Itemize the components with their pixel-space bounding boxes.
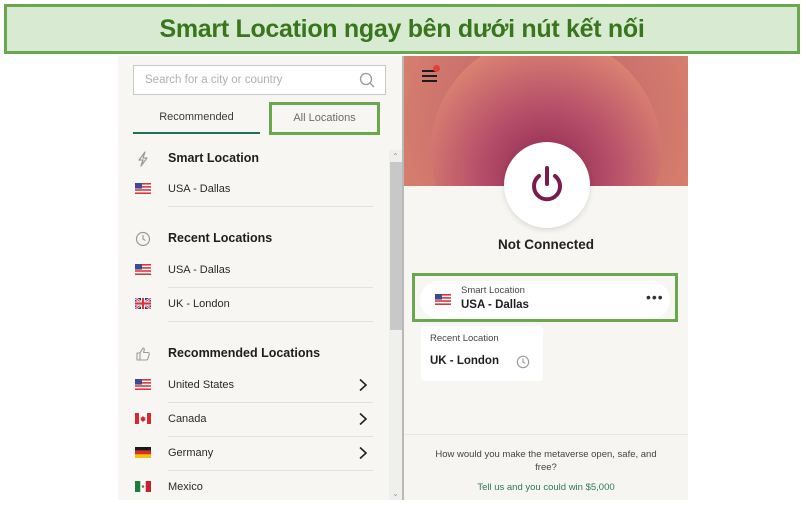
list-item-recent-uk-london[interactable]: UK - London — [118, 288, 388, 322]
row-divider — [168, 206, 373, 207]
clock-icon — [516, 355, 530, 369]
promo-link[interactable]: Tell us and you could win $5,000 — [404, 482, 688, 493]
germany-flag-icon — [135, 447, 151, 458]
section-smart-location: Smart Location — [118, 144, 388, 174]
caption-banner: Smart Location ngay bên dưới nút kết nối — [4, 4, 800, 54]
section-title: Smart Location — [168, 151, 259, 165]
search-icon[interactable] — [359, 72, 375, 88]
search-input[interactable] — [134, 66, 355, 94]
thumbs-up-icon — [136, 347, 150, 361]
location-label: USA - Dallas — [168, 183, 231, 195]
scrollbar[interactable]: ⌃ ⌄ — [389, 150, 402, 500]
smart-location-highlight-box — [412, 273, 678, 322]
mexico-flag-icon — [135, 481, 151, 492]
list-item-united-states[interactable]: United States — [118, 369, 388, 403]
us-flag-icon — [135, 183, 151, 194]
list-item-recent-usa-dallas[interactable]: USA - Dallas — [118, 254, 388, 288]
location-label: Mexico — [168, 481, 203, 493]
scroll-up-arrow-icon[interactable]: ⌃ — [391, 152, 400, 161]
search-box — [133, 65, 386, 95]
recent-location-sublabel: Recent Location — [430, 333, 499, 344]
tab-recommended-label: Recommended — [159, 110, 234, 123]
us-flag-icon — [135, 379, 151, 390]
canada-flag-icon — [135, 413, 151, 424]
section-title: Recent Locations — [168, 231, 273, 245]
list-item-germany[interactable]: Germany — [118, 437, 388, 471]
us-flag-icon — [135, 264, 151, 275]
row-divider — [168, 321, 373, 322]
location-label: United States — [168, 379, 235, 391]
location-label: Germany — [168, 447, 214, 459]
section-recent-locations: Recent Locations — [118, 224, 388, 254]
chevron-right-icon[interactable] — [358, 446, 368, 460]
location-label: UK - London — [168, 298, 230, 310]
connection-panel: Not Connected Smart Location USA - Dalla… — [404, 56, 688, 500]
promo-question: How would you make the metaverse open, s… — [435, 449, 657, 473]
recent-location-name: UK - London — [430, 355, 499, 367]
scroll-down-arrow-icon[interactable]: ⌄ — [391, 489, 400, 498]
notification-dot — [433, 65, 440, 72]
scrollbar-thumb[interactable] — [390, 162, 402, 330]
hamburger-menu-icon[interactable] — [422, 65, 440, 82]
vpn-app-window: Recommended All Locations Smart Location… — [118, 56, 688, 500]
list-item-mexico[interactable]: Mexico — [118, 471, 388, 500]
power-icon — [532, 166, 562, 202]
chevron-right-icon[interactable] — [358, 378, 368, 392]
all-locations-highlight-box — [269, 102, 380, 135]
recent-location-card[interactable]: Recent Location UK - London — [421, 326, 543, 381]
section-recommended-locations: Recommended Locations — [118, 339, 388, 369]
uk-flag-icon — [135, 298, 151, 309]
location-picker-panel: Recommended All Locations Smart Location… — [118, 56, 402, 500]
list-item-smart-usa-dallas[interactable]: USA - Dallas — [118, 173, 388, 207]
location-label: Canada — [168, 413, 207, 425]
chevron-right-icon[interactable] — [358, 412, 368, 426]
caption-text: Smart Location ngay bên dưới nút kết nối — [159, 14, 645, 43]
list-item-canada[interactable]: Canada — [118, 403, 388, 437]
location-label: USA - Dallas — [168, 264, 231, 276]
promo-banner: How would you make the metaverse open, s… — [404, 434, 688, 500]
power-button[interactable] — [504, 142, 590, 228]
section-title: Recommended Locations — [168, 346, 321, 360]
lightning-icon — [138, 151, 148, 167]
clock-icon — [135, 231, 151, 247]
connection-status: Not Connected — [498, 237, 594, 252]
tab-recommended[interactable]: Recommended — [133, 101, 260, 134]
